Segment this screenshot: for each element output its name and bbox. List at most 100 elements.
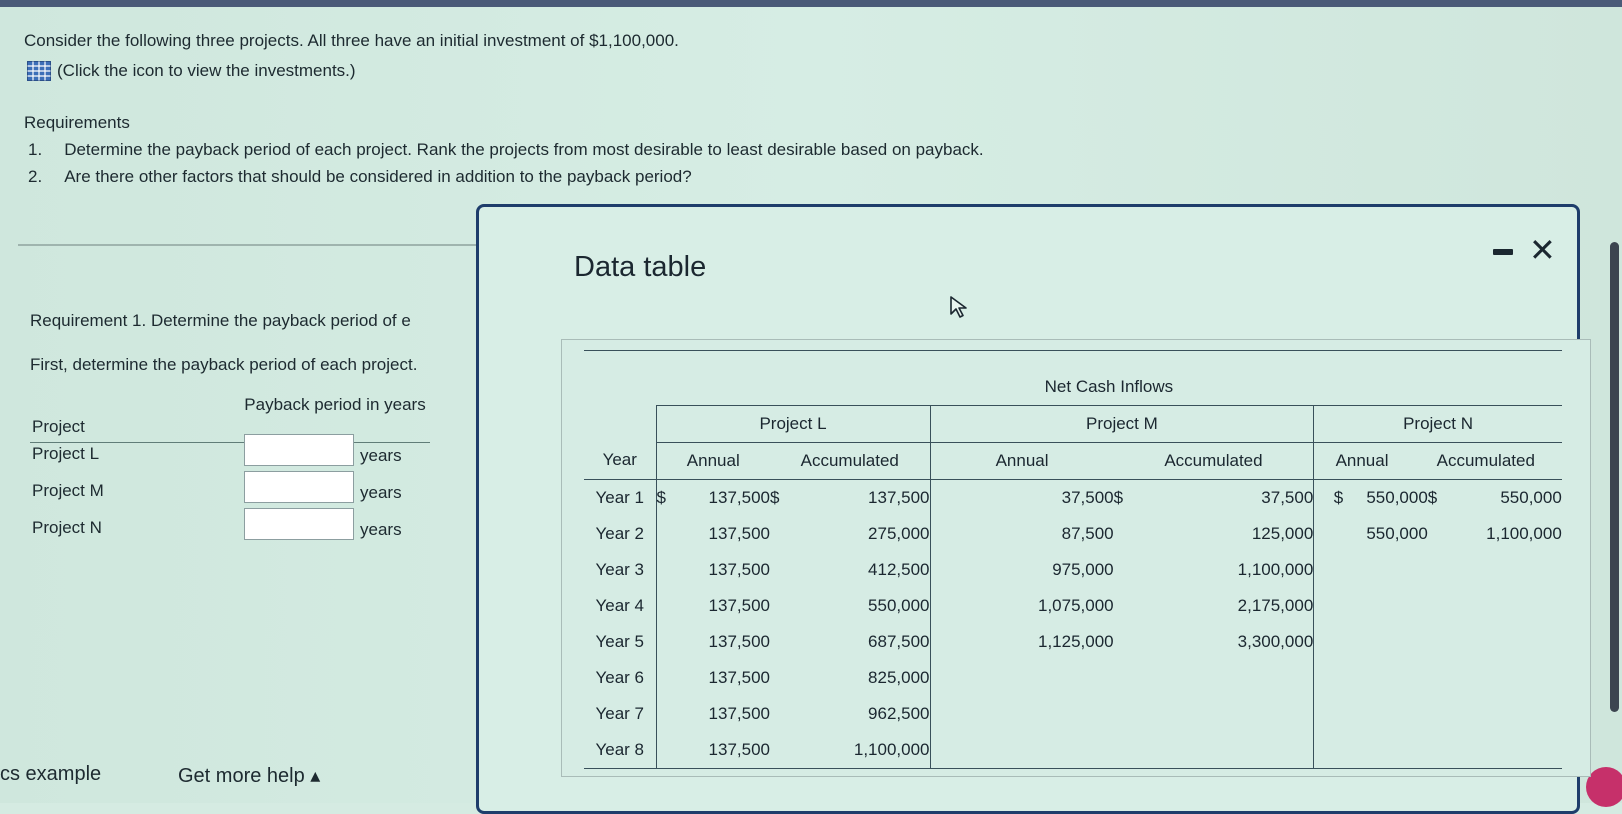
currency-sign (770, 660, 788, 696)
section-divider (18, 244, 478, 246)
annual-col-header: Annual (930, 442, 1114, 480)
table-row: Year 3 137,500 412,500 975,000 1,100,000 (584, 551, 1562, 588)
year-cell: Year 6 (595, 667, 645, 687)
table-row: Year 8 137,500 1,100,000 (584, 731, 1562, 769)
payback-input-project-l[interactable] (244, 434, 354, 466)
currency-sign (655, 659, 678, 696)
currency-sign: $ (1427, 487, 1438, 507)
cell-value: 550,000 (1366, 487, 1428, 507)
year-cell: Year 1 (595, 487, 645, 507)
spacer-cell (930, 731, 1038, 769)
intro-text: Consider the following three projects. A… (24, 31, 679, 50)
payback-col-period: Payback period in years (244, 395, 426, 414)
project-n-annual-cell (1314, 660, 1428, 696)
project-m-accumulated-cell: 3,300,000 (1237, 623, 1315, 660)
project-l-header: Project L (655, 405, 931, 443)
currency-sign (1114, 552, 1238, 588)
project-n-annual-cell (1314, 696, 1428, 732)
help-bubble-icon[interactable] (1586, 767, 1622, 807)
get-more-help-button[interactable]: Get more help ▴ (178, 763, 320, 788)
spacer-cell (930, 588, 1038, 624)
project-n-annual-cell: 550,000 (1366, 523, 1428, 543)
year-cell: Year 4 (595, 595, 645, 615)
year-cell: Year 7 (595, 703, 645, 723)
accumulated-col-header: Accumulated (1113, 442, 1315, 480)
example-link[interactable]: cs example (0, 763, 101, 786)
project-l-annual-cell: 137,500 (708, 631, 770, 651)
payback-row-label: Project N (32, 518, 102, 537)
requirements-heading: Requirements (24, 113, 130, 132)
project-n-accumulated-cell: $550,000 (1428, 479, 1562, 516)
payback-unit-label: years (360, 483, 402, 502)
payback-unit-label: years (360, 446, 402, 465)
currency-sign (1114, 660, 1238, 696)
payback-input-project-n[interactable] (244, 508, 354, 540)
project-m-accumulated-cell (1237, 659, 1315, 696)
table-row: Year 7 137,500 962,500 (584, 695, 1562, 732)
accumulated-col-header: Accumulated (770, 442, 931, 480)
project-n-annual-cell: $550,000 (1314, 479, 1428, 516)
currency-sign (770, 696, 788, 732)
currency-sign (1113, 731, 1238, 769)
payback-row-label: Project M (32, 481, 104, 500)
year-col-header: Year (584, 442, 656, 480)
table-row: Year 2 137,500 275,000 87,500 125,000 550,000… (584, 515, 1562, 552)
project-l-annual-cell: 137,500 (708, 703, 770, 723)
currency-sign (1114, 624, 1238, 660)
currency-sign (770, 516, 788, 552)
project-l-annual-cell: 137,500 (708, 559, 770, 579)
net-cash-inflows-table: Net Cash Inflows Project L Project M Pro… (584, 350, 1562, 769)
project-m-accumulated-cell: 37,500 (1237, 479, 1315, 516)
currency-sign (1114, 696, 1238, 732)
requirement-1-instruction: First, determine the payback period of e… (30, 355, 418, 374)
project-n-accumulated-cell (1428, 660, 1562, 696)
payback-input-project-m[interactable] (244, 471, 354, 503)
requirement-item: 1. Determine the payback period of each … (28, 140, 984, 160)
project-n-annual-cell (1314, 624, 1428, 660)
payback-row-label: Project L (32, 444, 100, 463)
requirement-number: 1. (28, 140, 43, 159)
currency-sign: $ (1113, 487, 1124, 507)
project-n-annual-cell (1314, 588, 1428, 624)
project-m-accumulated-cell (1237, 695, 1315, 732)
project-n-accumulated-cell: 1,100,000 (1486, 523, 1562, 543)
close-button[interactable]: ✕ (1529, 233, 1556, 267)
spacer-cell (930, 516, 1038, 552)
project-l-annual-cell: 137,500 (708, 523, 770, 543)
project-n-annual-cell (1314, 552, 1428, 588)
requirement-text: Are there other factors that should be c… (64, 167, 692, 186)
minimize-button[interactable] (1490, 241, 1516, 263)
project-m-annual-cell (1038, 696, 1114, 732)
table-row: Year 1 $137,500 $137,500 37,500 $37,500 $550,… (584, 479, 1562, 516)
minimize-icon (1493, 249, 1513, 255)
project-n-accumulated-cell (1428, 588, 1562, 624)
project-l-accumulated-cell: 412,500 (788, 551, 931, 588)
project-l-accumulated-cell: 962,500 (788, 695, 931, 732)
project-m-annual-cell (1038, 731, 1114, 769)
question-page: Consider the following three projects. A… (0, 7, 1622, 814)
project-n-header: Project N (1313, 405, 1562, 443)
project-l-accumulated-cell: 687,500 (788, 623, 931, 660)
spacer-cell (930, 624, 1038, 660)
requirement-1-heading: Requirement 1. Determine the payback per… (30, 311, 411, 330)
spacer-cell (930, 660, 1038, 696)
table-row: Year 4 137,500 550,000 1,075,000 2,175,000 (584, 587, 1562, 624)
spacer-cell (930, 552, 1038, 588)
scrollbar[interactable] (1610, 242, 1619, 712)
data-table-panel: Net Cash Inflows Project L Project M Pro… (561, 339, 1591, 777)
requirement-text: Determine the payback period of each pro… (64, 140, 984, 159)
dialog-title: Data table (574, 251, 707, 283)
project-n-accumulated-cell (1428, 552, 1562, 588)
net-cash-inflows-header: Net Cash Inflows (656, 368, 1562, 406)
data-table-dialog: Data table ✕ Net Cash Inflows Project L … (476, 204, 1591, 814)
project-m-header: Project M (930, 405, 1315, 443)
view-investments-link[interactable]: (Click the icon to view the investments.… (27, 61, 356, 81)
project-l-accumulated-cell: 550,000 (788, 587, 931, 624)
project-l-accumulated-cell: 825,000 (788, 659, 931, 696)
requirement-number: 2. (28, 167, 43, 186)
project-l-annual-cell: 137,500 (708, 487, 770, 507)
project-l-accumulated-cell: 137,500 (788, 479, 931, 516)
view-investments-label: (Click the icon to view the investments.… (57, 61, 356, 80)
year-cell: Year 2 (595, 523, 645, 543)
table-icon[interactable] (27, 61, 51, 81)
